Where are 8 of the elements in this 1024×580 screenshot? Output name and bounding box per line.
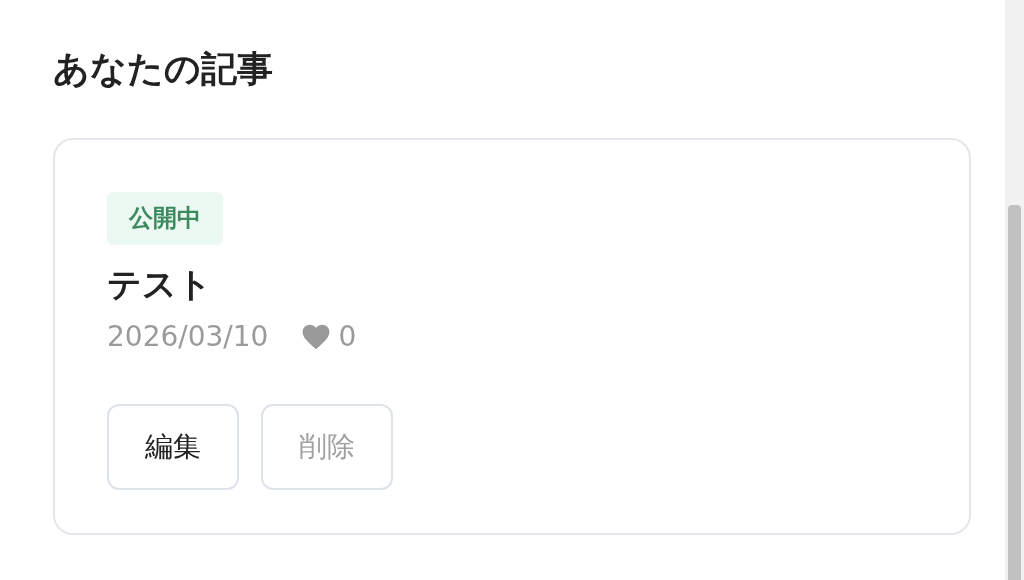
status-badge: 公開中 [107, 192, 223, 245]
edit-button[interactable]: 編集 [107, 404, 239, 490]
scrollbar[interactable] [1005, 0, 1024, 580]
article-title: テスト [107, 263, 213, 306]
heart-icon [302, 324, 331, 350]
like-count: 0 [338, 319, 357, 355]
page-heading: あなたの記事 [53, 47, 274, 91]
article-date: 2026/03/10 [107, 319, 269, 355]
